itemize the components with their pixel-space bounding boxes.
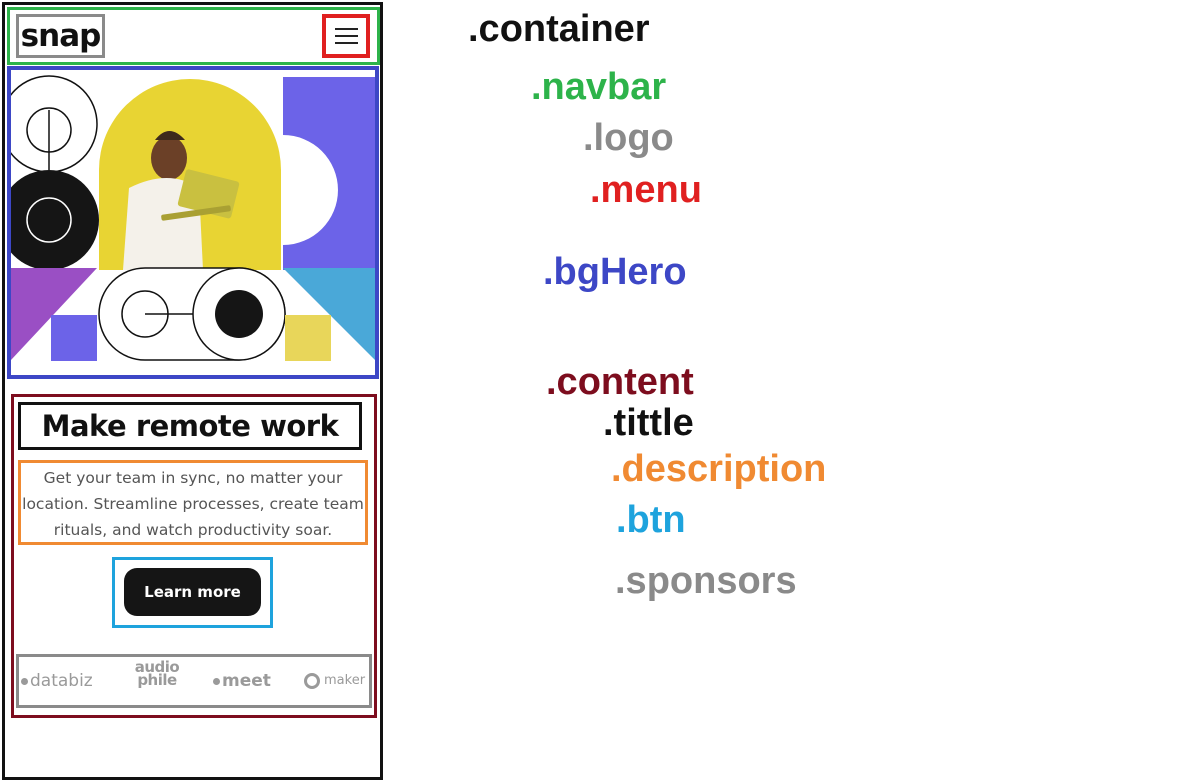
hero-title: Make remote work [18, 402, 362, 450]
meet-icon [213, 677, 220, 685]
maker-icon [304, 672, 320, 689]
sponsor-audiophile: audio phile [134, 658, 180, 689]
container-box: snap Make remote work Get your team in s… [2, 2, 383, 780]
sponsors-box: databiz audio phile meet maker [16, 654, 372, 708]
label-menu: .menu [590, 169, 702, 211]
sponsor-databiz: databiz [21, 657, 93, 705]
navbar-box: snap [7, 7, 380, 65]
label-tittle: .tittle [603, 402, 694, 444]
databiz-icon [21, 677, 28, 685]
sponsor-maker: maker [304, 657, 365, 705]
hero-image [7, 66, 379, 379]
btn-box: Learn more [112, 557, 273, 628]
sponsor-meet: meet [213, 657, 271, 705]
label-btn: .btn [616, 499, 686, 541]
label-content: .content [546, 361, 694, 403]
hamburger-icon [335, 35, 358, 37]
hero-description: Get your team in sync, no matter your lo… [18, 460, 368, 545]
label-logo: .logo [583, 117, 674, 159]
label-description: .description [611, 448, 827, 490]
label-container: .container [468, 8, 650, 50]
learn-more-button[interactable]: Learn more [124, 568, 261, 616]
hamburger-icon [335, 42, 358, 44]
label-navbar: .navbar [531, 66, 667, 108]
hero-illustration [11, 75, 375, 361]
content-box: Make remote work Get your team in sync, … [11, 394, 377, 718]
hamburger-icon [335, 28, 358, 30]
logo[interactable]: snap [16, 14, 105, 58]
label-sponsors: .sponsors [615, 560, 797, 602]
label-bghero: .bgHero [543, 251, 687, 293]
menu-button[interactable] [322, 14, 370, 58]
